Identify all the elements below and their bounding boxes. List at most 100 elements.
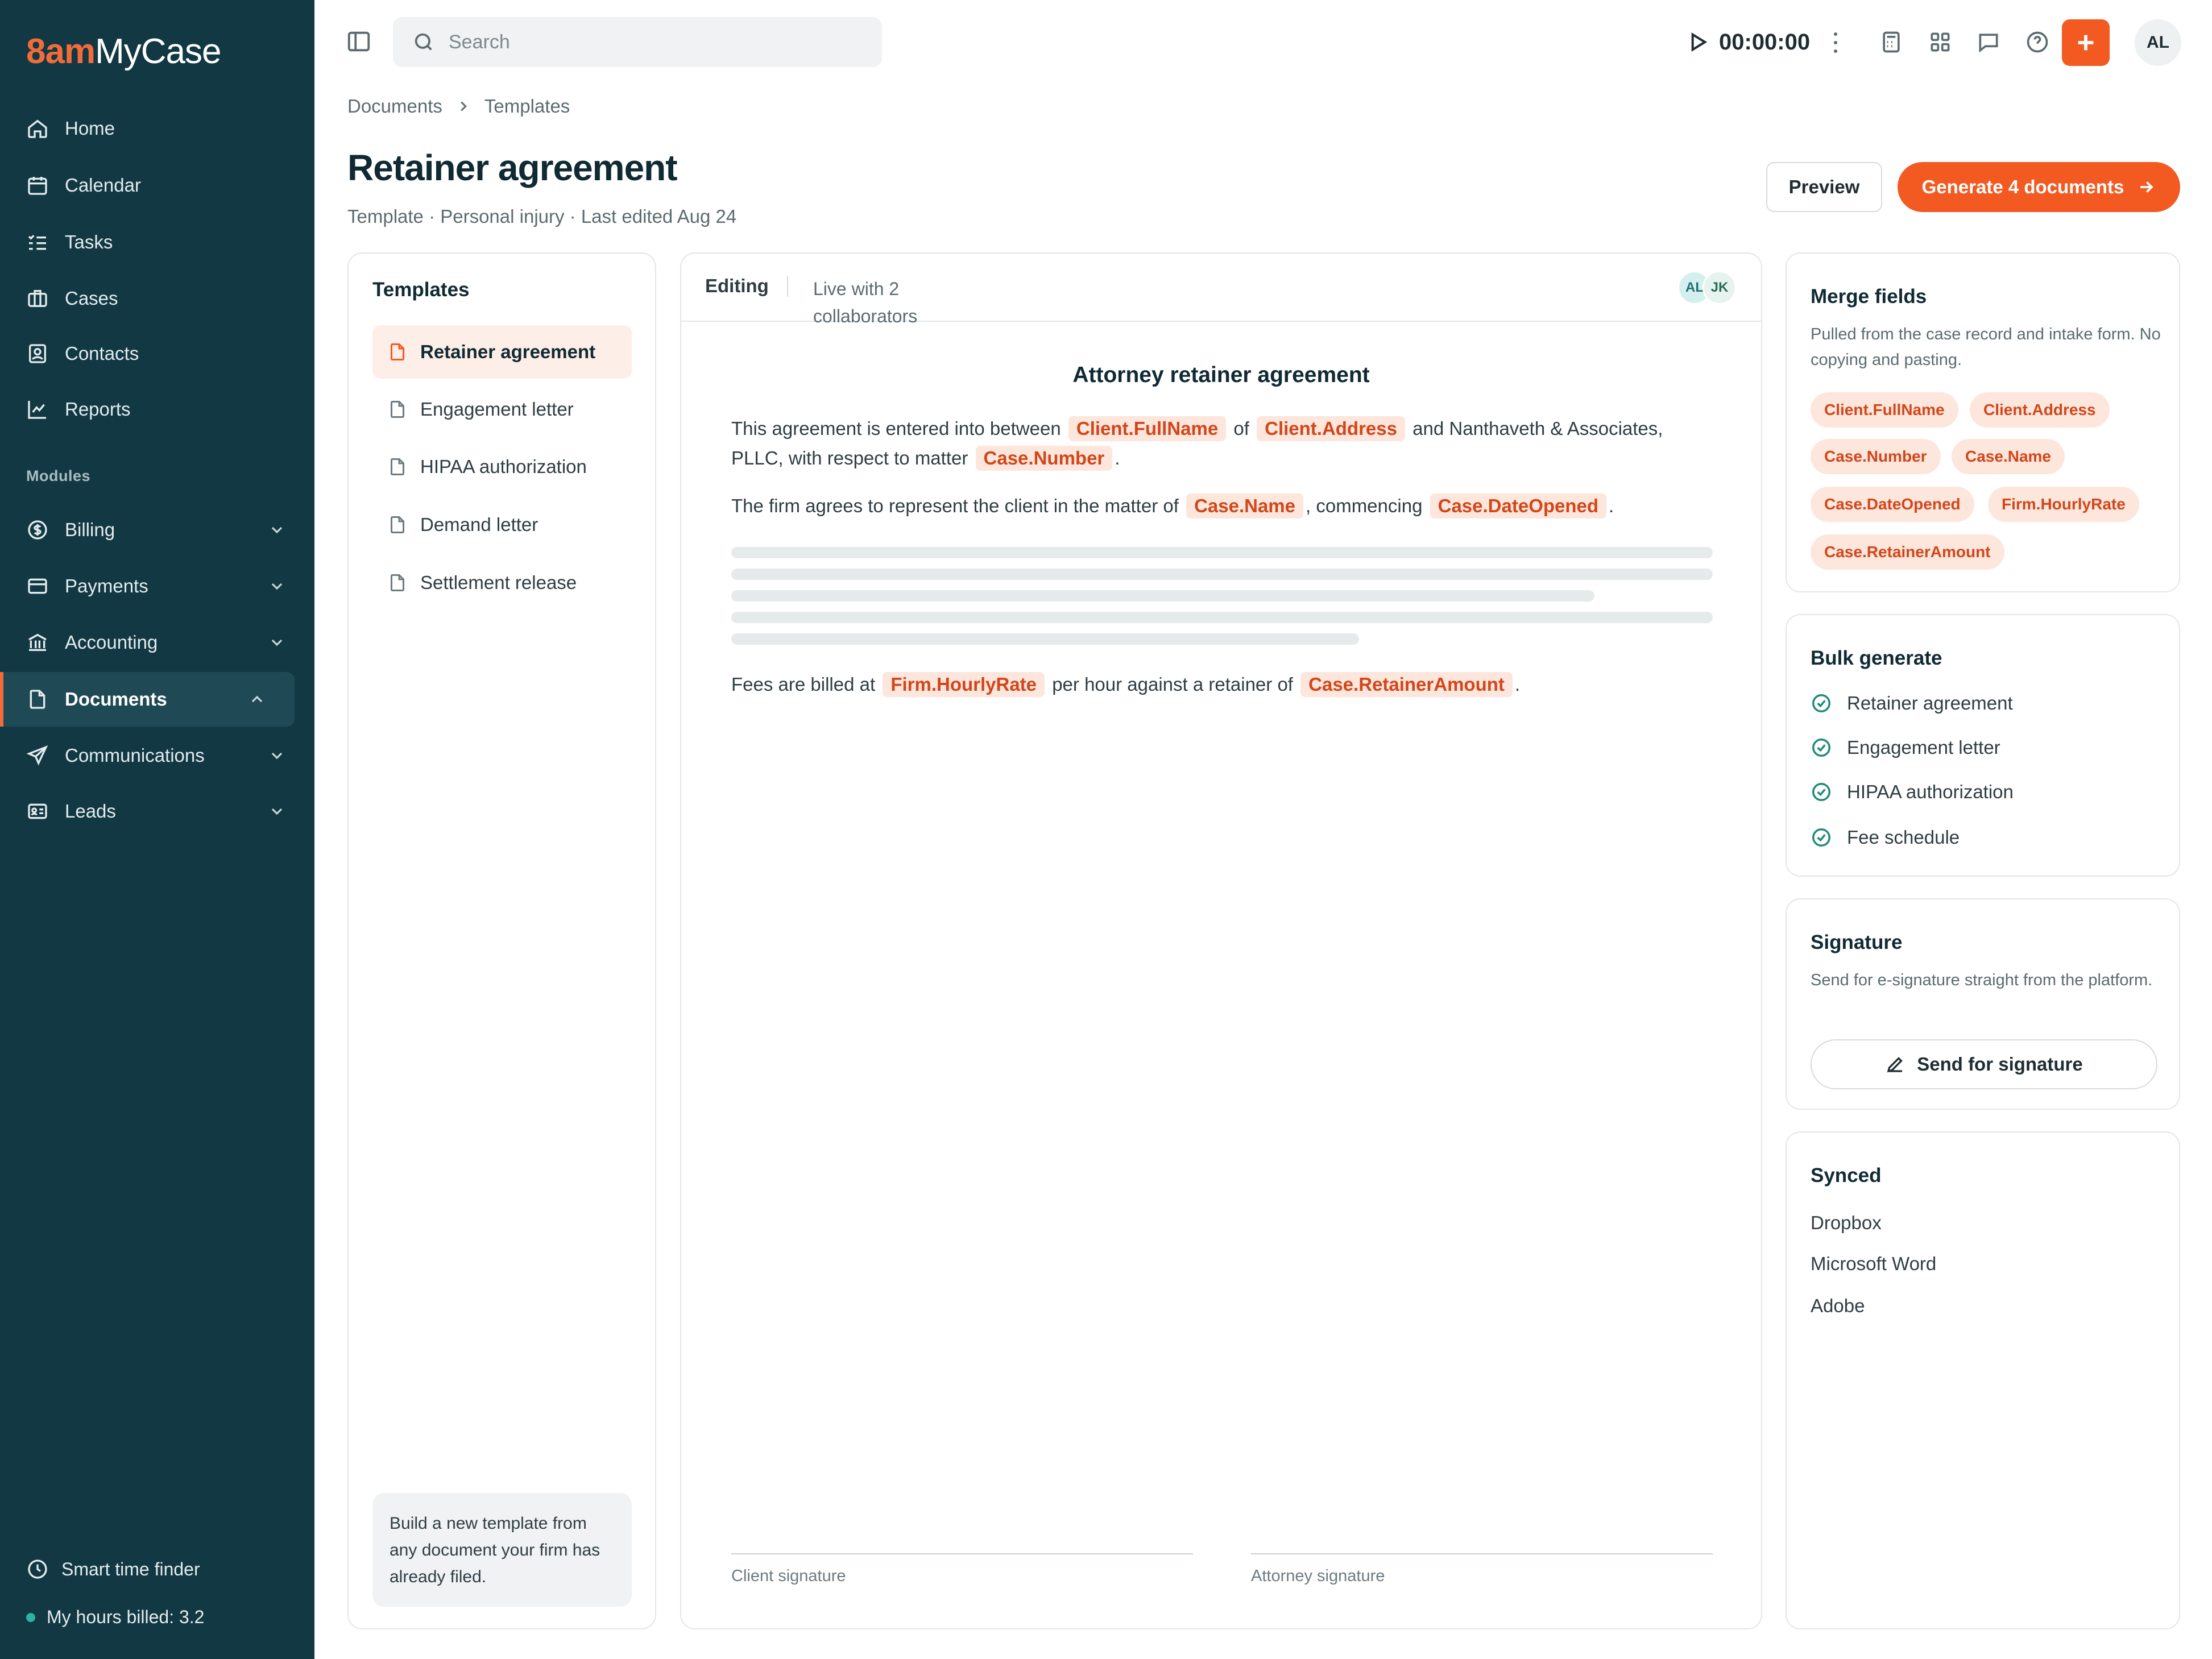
merge-field-token[interactable]: Case.DateOpened (1430, 493, 1607, 519)
merge-field-token[interactable]: Case.RetainerAmount (1300, 672, 1513, 697)
document-title: Attorney retainer agreement (1072, 363, 1370, 387)
bulk-item[interactable]: Engagement letter (1811, 737, 2000, 758)
sidebar-toggle-icon[interactable] (346, 28, 372, 55)
merge-field-chip[interactable]: Case.DateOpened (1811, 487, 1974, 522)
collaborator-avatar[interactable]: JK (1703, 271, 1737, 305)
merge-field-chip[interactable]: Client.FullName (1811, 392, 1958, 428)
send-for-signature-button[interactable]: Send for signature (1811, 1039, 2157, 1089)
paragraph-text: . (1609, 495, 1614, 516)
chevron-up-icon[interactable] (248, 690, 266, 708)
create-new-button[interactable] (2062, 19, 2110, 66)
sidebar-item-home[interactable]: Home (0, 101, 314, 156)
breadcrumb-templates[interactable]: Templates (484, 96, 570, 117)
bulk-generate-title: Bulk generate (1811, 647, 1942, 669)
merge-field-chip[interactable]: Case.Name (1952, 439, 2065, 474)
synced-panel: Synced Dropbox Microsoft Word Adobe (1786, 1131, 2180, 1629)
document-paragraph[interactable]: Fees are billed at Firm.HourlyRate per h… (731, 670, 1715, 699)
timer-value: 00:00:00 (1719, 29, 1811, 55)
new-template-hint: Build a new template from any document y… (372, 1493, 632, 1607)
merge-field-chip[interactable]: Case.RetainerAmount (1811, 534, 2004, 570)
attorney-signature-line[interactable] (1251, 1553, 1713, 1554)
document-paragraph[interactable]: This agreement is entered into between C… (731, 414, 1715, 473)
merge-field-token[interactable]: Client.Address (1257, 416, 1405, 441)
chat-icon[interactable] (1976, 30, 2001, 55)
merge-field-token[interactable]: Case.Name (1186, 493, 1304, 519)
template-item-demand-letter[interactable]: Demand letter (372, 498, 632, 551)
merge-field-chip[interactable]: Firm.HourlyRate (1988, 487, 2139, 522)
merge-field-chip[interactable]: Case.Number (1811, 439, 1941, 474)
check-circle-icon (1812, 694, 1830, 712)
more-options-icon[interactable] (1827, 30, 1844, 56)
live-collaborators-text: Live with 2 collaborators (813, 279, 918, 326)
chevron-down-icon[interactable] (268, 802, 286, 820)
bulk-item-label: Retainer agreement (1847, 692, 2013, 714)
editor-header: Editing Live with 2 collaborators AL JK (681, 254, 1761, 326)
bulk-item[interactable]: Fee schedule (1811, 827, 1960, 848)
editor-mode[interactable]: Editing (705, 275, 769, 297)
sidebar-item-accounting[interactable]: Accounting (0, 615, 314, 670)
sidebar-item-label: Leads (65, 801, 116, 822)
chevron-down-icon[interactable] (268, 633, 286, 652)
app-logo[interactable]: 8am MyCase (26, 28, 221, 74)
sidebar-item-label: Cases (65, 288, 118, 309)
sidebar-item-payments[interactable]: Payments (0, 559, 314, 613)
sidebar-item-leads[interactable]: Leads (0, 784, 314, 839)
grid-icon[interactable] (1928, 30, 1953, 55)
sidebar-item-contacts[interactable]: Contacts (0, 326, 314, 381)
merge-field-chip[interactable]: Client.Address (1970, 392, 2110, 428)
template-item-engagement-letter[interactable]: Engagement letter (372, 383, 632, 436)
generate-documents-button[interactable]: Generate 4 documents (1898, 162, 2180, 212)
sidebar-item-calendar[interactable]: Calendar (0, 158, 314, 213)
merge-field-token[interactable]: Client.FullName (1068, 416, 1227, 441)
bulk-item[interactable]: Retainer agreement (1811, 692, 2013, 714)
template-item-retainer-agreement[interactable]: Retainer agreement (372, 325, 632, 379)
merge-field-token[interactable]: Firm.HourlyRate (883, 672, 1045, 697)
paragraph-text: of (1233, 418, 1249, 439)
sidebar-item-reports[interactable]: Reports (0, 382, 314, 437)
chevron-down-icon[interactable] (268, 746, 286, 765)
client-signature-line[interactable] (731, 1553, 1193, 1554)
check-circle-icon (1812, 783, 1830, 801)
document-icon (391, 401, 404, 418)
synced-item-adobe[interactable]: Adobe (1811, 1295, 1865, 1317)
user-avatar[interactable]: AL (2135, 19, 2181, 66)
plus-icon (2078, 35, 2094, 51)
attorney-signature-label: Attorney signature (1251, 1567, 1385, 1585)
templates-panel: Templates Retainer agreement Engagement … (347, 252, 656, 1629)
search-bar[interactable] (393, 17, 882, 67)
merge-field-token[interactable]: Case.Number (975, 446, 1113, 471)
template-item-hipaa-authorization[interactable]: HIPAA authorization (372, 440, 632, 493)
search-input[interactable] (449, 31, 847, 53)
id-card-icon (26, 800, 49, 823)
template-item-label: Demand letter (420, 514, 538, 535)
check-circle-icon (1812, 739, 1830, 757)
tasks-icon (26, 231, 49, 254)
timer[interactable]: 00:00:00 (1686, 25, 1810, 59)
paragraph-text: The firm agrees to represent the client … (731, 495, 1179, 516)
calculator-icon[interactable] (1879, 30, 1904, 55)
smart-time-finder[interactable]: Smart time finder (26, 1558, 200, 1581)
sidebar-item-cases[interactable]: Cases (0, 271, 314, 326)
sidebar-item-billing[interactable]: Billing (0, 503, 314, 557)
template-item-settlement-release[interactable]: Settlement release (372, 556, 632, 609)
hours-billed-label: My hours billed: 3.2 (47, 1607, 205, 1627)
bulk-item[interactable]: HIPAA authorization (1811, 781, 2014, 803)
sidebar-item-label: Home (65, 118, 115, 139)
preview-button[interactable]: Preview (1766, 162, 1882, 212)
sidebar-item-documents[interactable]: Documents (0, 672, 295, 727)
paragraph-text: per hour against a retainer of (1052, 674, 1293, 695)
synced-item-dropbox[interactable]: Dropbox (1811, 1212, 1882, 1234)
bulk-item-label: Engagement letter (1847, 737, 2000, 758)
chevron-down-icon[interactable] (268, 521, 286, 539)
divider (787, 276, 788, 297)
sidebar-item-tasks[interactable]: Tasks (0, 215, 314, 269)
breadcrumb-documents[interactable]: Documents (347, 96, 442, 117)
placeholder-line (731, 612, 1713, 623)
document-paragraph[interactable]: The firm agrees to represent the client … (731, 491, 1715, 521)
bulk-item-label: HIPAA authorization (1847, 781, 2014, 802)
sidebar-item-communications[interactable]: Communications (0, 728, 314, 783)
chevron-down-icon[interactable] (268, 577, 286, 595)
play-icon[interactable] (1686, 31, 1709, 53)
synced-item-microsoft-word[interactable]: Microsoft Word (1811, 1253, 1936, 1275)
help-icon[interactable] (2025, 30, 2050, 55)
